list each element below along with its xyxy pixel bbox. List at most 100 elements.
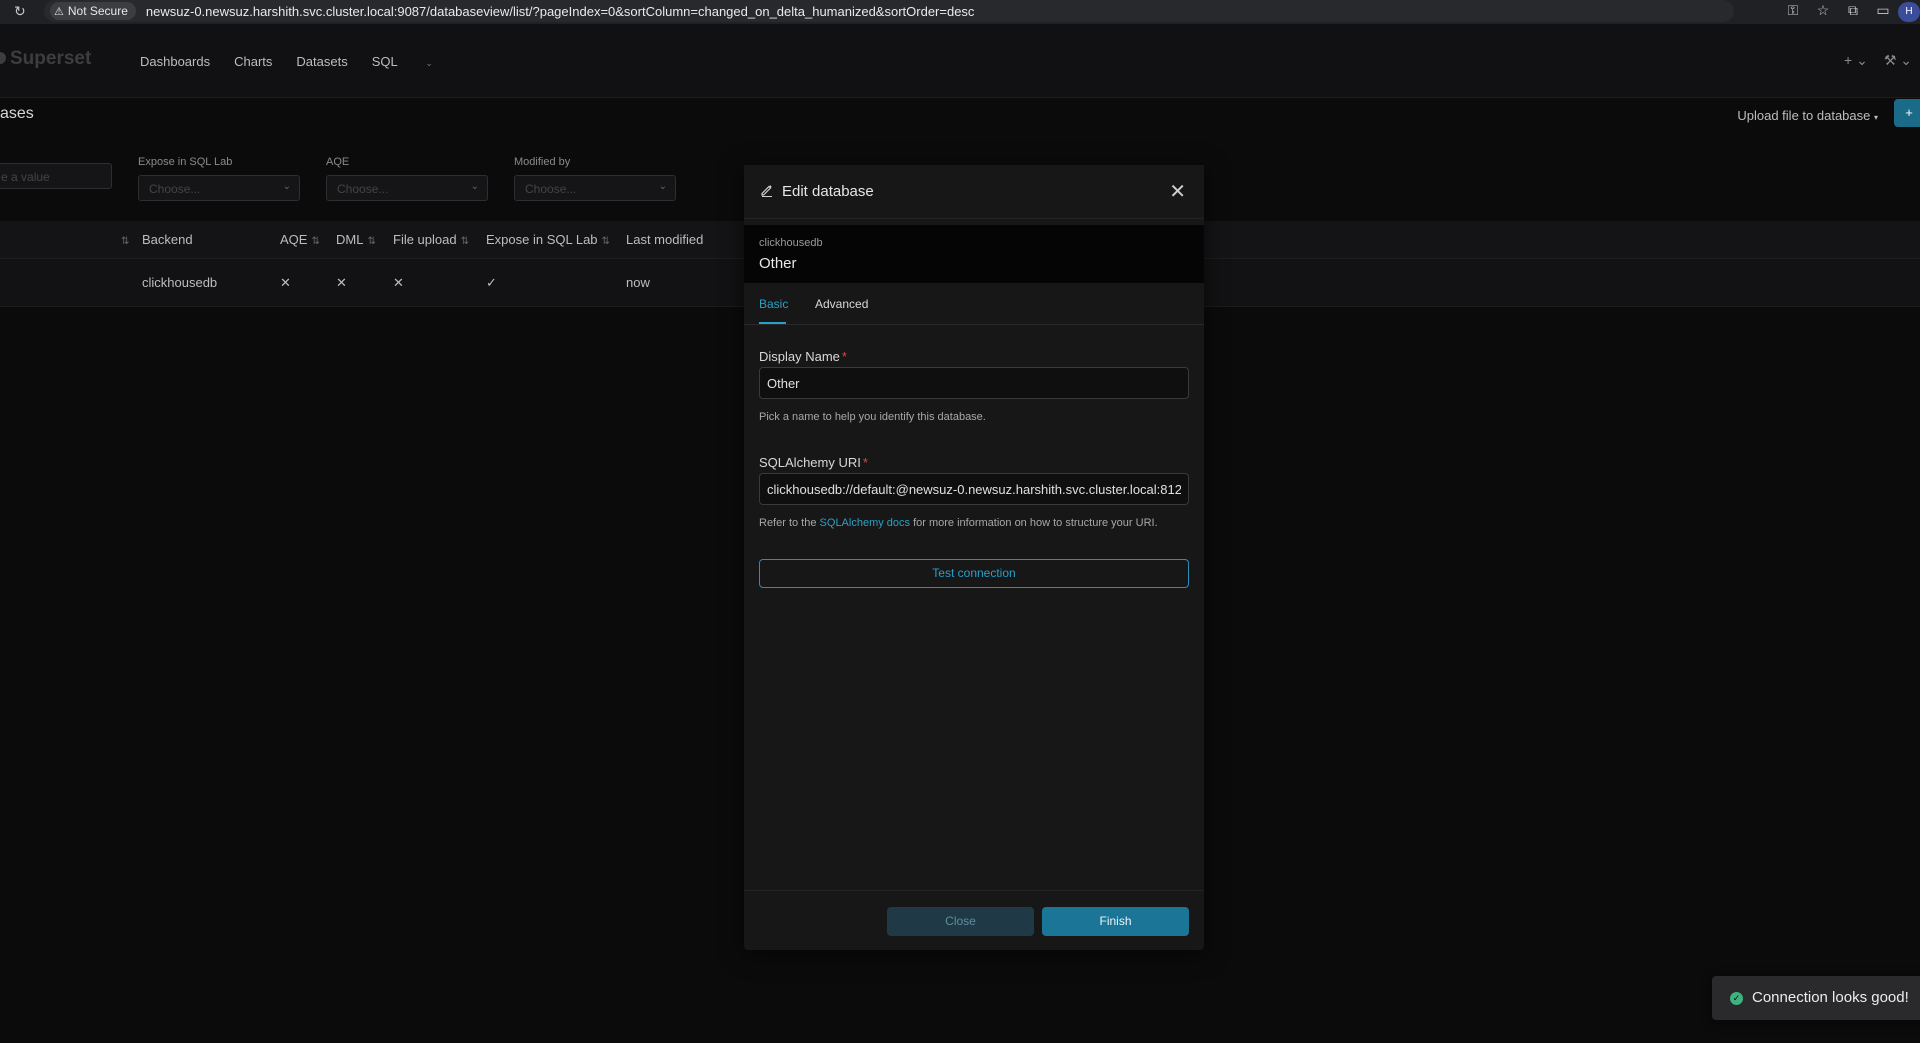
filter-label: Expose in SQL Lab (138, 156, 233, 168)
column-file-upload[interactable]: File upload ⇅ (393, 232, 469, 247)
finish-button[interactable]: Finish (1042, 907, 1189, 936)
tab-advanced[interactable]: Advanced (815, 297, 868, 311)
column-label: Backend (142, 232, 193, 247)
key-icon[interactable]: ⚿ (1778, 2, 1808, 22)
filter-label: Modified by (514, 156, 571, 168)
label-text: Display Name (759, 349, 840, 364)
add-database-button[interactable]: + (1894, 99, 1920, 127)
display-name-input[interactable] (759, 367, 1189, 399)
check-icon: ✓ (486, 275, 497, 290)
upload-label: Upload file to database (1737, 108, 1871, 123)
column-label: AQE (280, 232, 308, 247)
superset-logo[interactable]: Superset (0, 48, 91, 70)
modified-by-select[interactable]: Choose... ⌄ (514, 175, 676, 201)
sort-icon: ⇅ (460, 236, 469, 247)
modal-header: Edit database ✕ (744, 165, 1204, 219)
chevron-down-icon: ⌄ (425, 58, 433, 68)
nav-charts[interactable]: Charts (234, 54, 272, 69)
chevron-down-icon: ⌄ (470, 181, 479, 192)
database-name: Other (759, 255, 797, 272)
sort-icon: ⇅ (601, 236, 610, 247)
extensions-icon[interactable]: ⧉ (1838, 2, 1868, 22)
paint-icon[interactable]: ⚒ ⌄ (1884, 52, 1912, 69)
label-text: SQLAlchemy URI (759, 455, 861, 470)
nav-dashboards[interactable]: Dashboards (140, 54, 210, 69)
column-aqe[interactable]: AQE ⇅ (280, 232, 320, 247)
select-placeholder: Choose... (337, 182, 389, 196)
search-input[interactable]: e a value (0, 163, 112, 189)
check-circle-icon: ✓ (1730, 992, 1743, 1005)
cell-backend: clickhousedb (142, 275, 218, 290)
close-icon: ✕ (280, 275, 291, 290)
test-connection-button[interactable]: Test connection (759, 559, 1189, 588)
search-placeholder: e a value (1, 170, 50, 184)
star-icon[interactable]: ☆ (1808, 2, 1838, 22)
toast-message: Connection looks good! (1752, 989, 1909, 1006)
success-toast: ✓ Connection looks good! (1712, 976, 1920, 1020)
column-label: File upload (393, 232, 457, 247)
upload-file-dropdown[interactable]: Upload file to database ▾ (1737, 108, 1878, 123)
browser-toolbar: ↻ ⚠ Not Secure newsuz-0.newsuz.harshith.… (0, 0, 1920, 24)
filter-label: AQE (326, 156, 350, 168)
column-expose-sql-lab[interactable]: Expose in SQL Lab ⇅ (486, 232, 610, 247)
sort-icon: ⇅ (367, 236, 376, 247)
browser-actions: ⚿ ☆ ⧉ ▭ H (1778, 2, 1920, 22)
column-label: Expose in SQL Lab (486, 232, 598, 247)
address-bar[interactable]: ⚠ Not Secure newsuz-0.newsuz.harshith.sv… (44, 0, 1734, 22)
nav-sql[interactable]: SQL ⌄ (372, 54, 457, 69)
filter-aqe: AQE Choose... ⌄ (326, 156, 488, 201)
filter-bar: e a value Expose in SQL Lab Choose... ⌄ A… (0, 156, 700, 206)
expose-sql-lab-select[interactable]: Choose... ⌄ (138, 175, 300, 201)
sqlalchemy-uri-label: SQLAlchemy URI * (759, 455, 868, 470)
display-name-helper: Pick a name to help you identify this da… (759, 411, 986, 423)
column-dml[interactable]: DML ⇅ (336, 232, 376, 247)
sqlalchemy-uri-input[interactable] (759, 473, 1189, 505)
close-icon: ✕ (393, 275, 404, 290)
caret-down-icon: ▾ (1873, 113, 1878, 122)
aqe-select[interactable]: Choose... ⌄ (326, 175, 488, 201)
helper-suffix: for more information on how to structure… (910, 517, 1158, 529)
profile-avatar[interactable]: H (1898, 2, 1920, 22)
helper-prefix: Refer to the (759, 517, 820, 529)
security-chip[interactable]: ⚠ Not Secure (50, 2, 136, 20)
active-tab-indicator (759, 322, 786, 324)
sort-icon: ⇅ (311, 236, 320, 247)
tab-basic[interactable]: Basic (759, 297, 788, 311)
app-navbar: Superset Dashboards Charts Datasets SQL … (0, 24, 1920, 98)
plus-icon[interactable]: + ⌄ (1844, 52, 1868, 69)
nav-right-actions: + ⌄ ⚒ ⌄ (1844, 52, 1912, 69)
reload-icon[interactable]: ↻ (14, 3, 26, 20)
brand-name: Superset (10, 48, 92, 69)
column-backend[interactable]: Backend (142, 232, 193, 247)
sqlalchemy-docs-link[interactable]: SQLAlchemy docs (820, 517, 910, 529)
sqlalchemy-uri-helper: Refer to the SQLAlchemy docs for more in… (759, 517, 1158, 529)
database-banner: clickhousedb Other (744, 225, 1204, 283)
required-marker: * (841, 349, 847, 364)
page-title: ases (0, 105, 34, 122)
logo-icon (0, 52, 6, 64)
nav-sql-label: SQL (371, 54, 398, 69)
page-header: ases Upload file to database ▾ + (0, 98, 1920, 138)
modal-footer: Close Finish (744, 890, 1204, 950)
close-icon[interactable]: ✕ (1169, 179, 1186, 204)
security-label: Not Secure (67, 4, 128, 18)
filter-search: e a value (0, 156, 112, 189)
url-text[interactable]: newsuz-0.newsuz.harshith.svc.cluster.loc… (146, 4, 975, 19)
warning-icon: ⚠ (54, 5, 64, 18)
sort-icon[interactable]: ⇅ (117, 232, 129, 247)
close-icon: ✕ (336, 275, 347, 290)
filter-modified-by: Modified by Choose... ⌄ (514, 156, 676, 201)
column-label: Last modified (626, 232, 704, 247)
edit-icon (761, 185, 772, 197)
column-label: DML (336, 232, 364, 247)
column-last-modified[interactable]: Last modified (626, 232, 703, 247)
close-button[interactable]: Close (887, 907, 1034, 936)
required-marker: * (862, 455, 868, 470)
filter-expose-sql-lab: Expose in SQL Lab Choose... ⌄ (138, 156, 300, 201)
nav-datasets[interactable]: Datasets (296, 54, 347, 69)
select-placeholder: Choose... (149, 182, 201, 196)
chevron-down-icon: ⌄ (282, 181, 291, 192)
nav-menu: Dashboards Charts Datasets SQL ⌄ (140, 54, 481, 69)
cast-icon[interactable]: ▭ (1868, 2, 1898, 22)
display-name-label: Display Name * (759, 349, 847, 364)
